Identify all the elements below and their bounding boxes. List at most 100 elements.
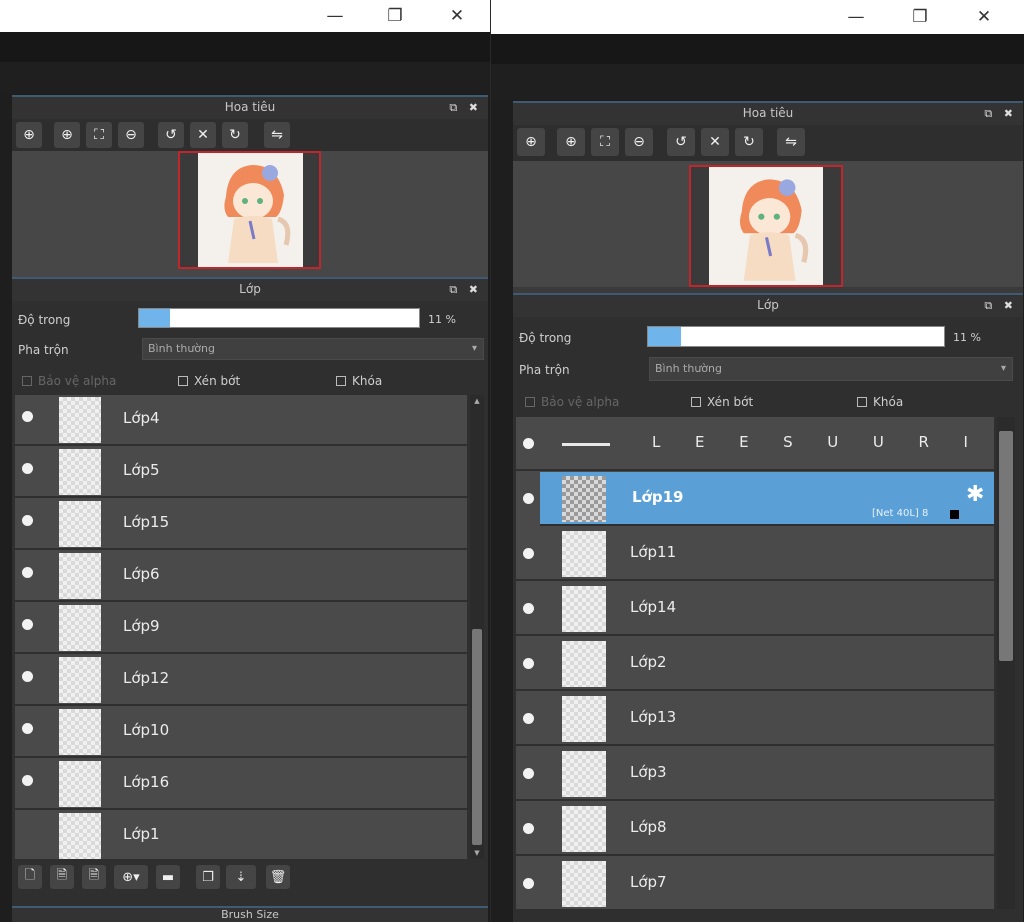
scroll-up-icon[interactable]: ▲ — [470, 397, 484, 405]
layer-row[interactable]: Lớp9 — [15, 603, 467, 654]
visibility-eye-icon[interactable] — [22, 567, 33, 578]
flip-button[interactable]: ⇋ — [264, 122, 290, 148]
layer-row[interactable]: Lớp1 — [15, 811, 467, 859]
new-folder-button[interactable]: ▬ — [156, 865, 180, 889]
add-layer-menu-button[interactable]: ⊕▾ — [114, 865, 148, 889]
layer-row[interactable]: Lớp15 — [15, 499, 467, 550]
zoom-out-button[interactable]: ⊖ — [625, 128, 653, 156]
layer-name: Lớp13 — [630, 708, 677, 726]
visibility-eye-icon[interactable] — [22, 723, 33, 734]
fit-window-button[interactable]: ⛶ — [86, 122, 112, 148]
lock-checkbox[interactable]: Khóa — [857, 395, 903, 409]
zoom-out-icon: ⊖ — [125, 127, 137, 143]
layer-row[interactable]: Lớp14 — [516, 582, 994, 636]
scrollbar-thumb[interactable] — [472, 629, 482, 845]
visibility-eye-icon[interactable] — [22, 775, 33, 786]
layer-row[interactable]: Lớp4 — [15, 395, 467, 446]
opacity-slider[interactable] — [647, 326, 945, 347]
gear-icon[interactable]: ✱ — [966, 482, 984, 507]
zoom-in-button[interactable]: ⊕ — [54, 122, 80, 148]
visibility-eye-icon[interactable] — [523, 658, 534, 669]
delete-layer-button[interactable]: 🗑 — [266, 865, 290, 889]
visibility-eye-icon[interactable] — [523, 603, 534, 614]
layer-row[interactable]: Lớp2 — [516, 637, 994, 691]
layer-list-scrollbar[interactable] — [997, 417, 1015, 909]
copy-layer-button[interactable]: ❐ — [196, 865, 220, 889]
zoom-fit-button[interactable]: ⊕ — [517, 128, 545, 156]
protect-alpha-checkbox[interactable]: Bảo vệ alpha — [22, 374, 116, 388]
layer-thumbnail — [562, 861, 606, 907]
navigator-preview[interactable] — [513, 161, 1023, 287]
minimize-icon: — — [326, 6, 344, 26]
layer-row-selected[interactable]: Lớp19 [Net 40L] 8 ✱ — [540, 472, 994, 526]
flip-button[interactable]: ⇋ — [777, 128, 805, 156]
panel-float-close-buttons[interactable]: ⧉ ✖ — [984, 295, 1017, 316]
layer-row[interactable]: Lớp7 — [516, 857, 994, 909]
scroll-down-icon[interactable]: ▼ — [470, 849, 484, 857]
maximize-button[interactable]: ❐ — [897, 0, 943, 34]
clip-checkbox[interactable]: Xén bớt — [178, 374, 240, 388]
minimize-button[interactable]: — — [312, 0, 358, 32]
rotate-right-button[interactable]: ↻ — [735, 128, 763, 156]
visibility-eye-icon[interactable] — [22, 411, 33, 422]
zoom-fit-button[interactable]: ⊕ — [16, 122, 42, 148]
preview-frame — [178, 151, 321, 269]
layer-row[interactable]: Lớp5 — [15, 447, 467, 498]
panel-float-close-buttons[interactable]: ⧉ ✖ — [984, 103, 1017, 124]
new-raster-layer-button[interactable]: 🗎 — [50, 865, 74, 889]
rotate-right-button[interactable]: ↻ — [222, 122, 248, 148]
opacity-slider[interactable] — [138, 308, 420, 328]
layer-row[interactable]: Lớp11 — [516, 527, 994, 581]
visibility-eye-icon[interactable] — [22, 671, 33, 682]
layer-actions-bar — [513, 911, 1023, 922]
layer-row[interactable]: Lớp10 — [15, 707, 467, 758]
reset-view-button[interactable]: ✕ — [190, 122, 216, 148]
fit-window-button[interactable]: ⛶ — [591, 128, 619, 156]
visibility-eye-icon[interactable] — [523, 768, 534, 779]
layer-panel: Lớp ⧉ ✖ Độ trong 11 % Pha trộn Bình thườ… — [513, 293, 1023, 922]
trash-icon: 🗑 — [269, 869, 287, 885]
protect-alpha-checkbox[interactable]: Bảo vệ alpha — [525, 395, 619, 409]
close-button[interactable]: ✕ — [434, 0, 480, 32]
panel-float-close-buttons[interactable]: ⧉ ✖ — [449, 279, 482, 300]
rotate-left-button[interactable]: ↺ — [158, 122, 184, 148]
layer-row[interactable]: Lớp16 — [15, 759, 467, 810]
scrollbar-thumb[interactable] — [999, 431, 1013, 661]
layer-list-scrollbar[interactable]: ▲ ▼ — [470, 395, 484, 859]
minimize-button[interactable]: — — [833, 0, 879, 34]
visibility-eye-icon[interactable] — [523, 438, 534, 449]
new-vector-layer-button[interactable]: 🗎 — [82, 865, 106, 889]
layer-name: Lớp6 — [123, 565, 160, 583]
layer-group-row[interactable]: LEESUURI — [516, 417, 994, 471]
checkbox-box — [857, 397, 867, 407]
character-drawing-icon — [224, 165, 291, 263]
blend-mode-select[interactable]: Bình thường ▾ — [142, 338, 484, 360]
visibility-eye-icon[interactable] — [523, 823, 534, 834]
zoom-in-button[interactable]: ⊕ — [557, 128, 585, 156]
layer-row[interactable]: Lớp6 — [15, 551, 467, 602]
clip-checkbox[interactable]: Xén bớt — [691, 395, 753, 409]
navigator-preview[interactable] — [12, 151, 488, 277]
reset-view-button[interactable]: ✕ — [701, 128, 729, 156]
visibility-eye-icon[interactable] — [523, 548, 534, 559]
visibility-eye-icon[interactable] — [22, 463, 33, 474]
blend-mode-select[interactable]: Bình thường ▾ — [649, 357, 1013, 381]
layer-row[interactable]: Lớp8 — [516, 802, 994, 856]
visibility-eye-icon[interactable] — [523, 713, 534, 724]
layer-row[interactable]: Lớp12 — [15, 655, 467, 706]
close-button[interactable]: ✕ — [961, 0, 1007, 34]
opacity-label: Độ trong — [18, 313, 71, 327]
layer-row[interactable]: Lớp3 — [516, 747, 994, 801]
merge-down-button[interactable]: ⇣ — [226, 865, 256, 889]
new-layer-button[interactable]: 🗋 — [18, 865, 42, 889]
rotate-left-button[interactable]: ↺ — [667, 128, 695, 156]
visibility-eye-icon[interactable] — [22, 619, 33, 630]
layer-row[interactable]: Lớp13 — [516, 692, 994, 746]
lock-checkbox[interactable]: Khóa — [336, 374, 382, 388]
panel-float-close-buttons[interactable]: ⧉ ✖ — [449, 97, 482, 118]
visibility-eye-icon[interactable] — [523, 878, 534, 889]
visibility-eye-icon[interactable] — [22, 515, 33, 526]
maximize-button[interactable]: ❐ — [372, 0, 418, 32]
visibility-eye-icon[interactable] — [523, 493, 534, 504]
zoom-out-button[interactable]: ⊖ — [118, 122, 144, 148]
